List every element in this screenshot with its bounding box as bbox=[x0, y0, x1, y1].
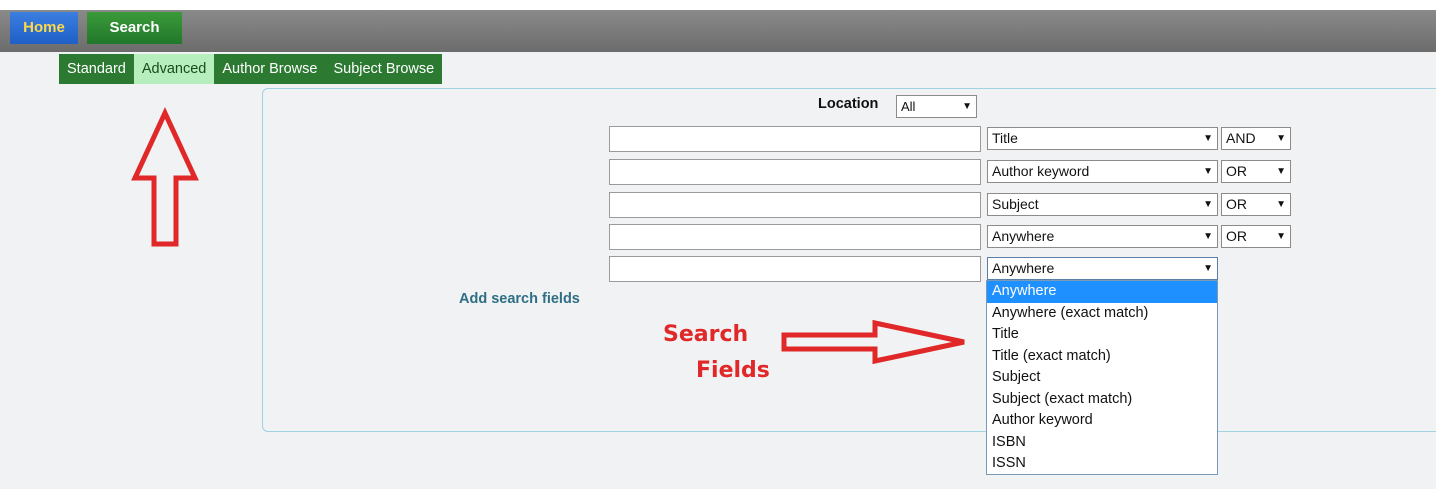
dropdown-option[interactable]: Subject bbox=[987, 367, 1217, 389]
search-term-input-1[interactable] bbox=[609, 126, 981, 152]
chevron-down-icon: ▼ bbox=[1276, 231, 1286, 242]
chevron-down-icon: ▼ bbox=[1203, 231, 1213, 242]
field-select-5[interactable]: Anywhere ▼ bbox=[987, 257, 1218, 280]
bool-select-2[interactable]: OR ▼ bbox=[1221, 160, 1291, 183]
field-select-3[interactable]: Subject ▼ bbox=[987, 193, 1218, 216]
field-select-2[interactable]: Author keyword ▼ bbox=[987, 160, 1218, 183]
subtab-author-browse[interactable]: Author Browse bbox=[214, 54, 325, 84]
search-tab[interactable]: Search bbox=[87, 12, 182, 44]
search-fields-annotation-line2: Fields bbox=[696, 358, 770, 383]
chevron-down-icon: ▼ bbox=[1203, 263, 1213, 274]
subtab-subject-browse[interactable]: Subject Browse bbox=[325, 54, 442, 84]
field-select-value: Subject bbox=[992, 196, 1039, 212]
right-arrow-annotation-icon bbox=[781, 319, 965, 365]
search-term-input-2[interactable] bbox=[609, 159, 981, 185]
bool-select-4[interactable]: OR ▼ bbox=[1221, 225, 1291, 248]
dropdown-option[interactable]: Anywhere (exact match) bbox=[987, 303, 1217, 325]
chevron-down-icon: ▼ bbox=[1276, 166, 1286, 177]
chevron-down-icon: ▼ bbox=[1203, 199, 1213, 210]
dropdown-option[interactable]: Author keyword bbox=[987, 410, 1217, 432]
field-select-4[interactable]: Anywhere ▼ bbox=[987, 225, 1218, 248]
field-select-1[interactable]: Title ▼ bbox=[987, 127, 1218, 150]
bool-select-value: AND bbox=[1226, 130, 1256, 146]
dropdown-option[interactable]: ISSN bbox=[987, 453, 1217, 475]
search-fields-annotation-line1: Search bbox=[663, 322, 749, 347]
bool-select-value: OR bbox=[1226, 228, 1247, 244]
field-select-value: Anywhere bbox=[992, 260, 1055, 276]
home-tab[interactable]: Home bbox=[10, 12, 78, 44]
subtab-standard[interactable]: Standard bbox=[59, 54, 134, 84]
top-nav-bar bbox=[0, 10, 1436, 52]
bool-select-value: OR bbox=[1226, 196, 1247, 212]
field-select-value: Title bbox=[992, 130, 1018, 146]
dropdown-option[interactable]: Title (exact match) bbox=[987, 346, 1217, 368]
search-term-input-5[interactable] bbox=[609, 256, 981, 282]
dropdown-option[interactable]: Anywhere bbox=[987, 281, 1217, 303]
chevron-down-icon: ▼ bbox=[1203, 166, 1213, 177]
add-search-fields-link[interactable]: Add search fields bbox=[459, 291, 580, 307]
up-arrow-annotation-icon bbox=[131, 107, 199, 247]
chevron-down-icon: ▼ bbox=[1276, 199, 1286, 210]
field-options-dropdown: Anywhere Anywhere (exact match) Title Ti… bbox=[986, 280, 1218, 475]
search-term-input-4[interactable] bbox=[609, 224, 981, 250]
location-select-value: All bbox=[901, 99, 916, 114]
chevron-down-icon: ▼ bbox=[1203, 133, 1213, 144]
field-select-value: Anywhere bbox=[992, 228, 1055, 244]
bool-select-3[interactable]: OR ▼ bbox=[1221, 193, 1291, 216]
search-term-input-3[interactable] bbox=[609, 192, 981, 218]
top-strip bbox=[0, 0, 1436, 10]
chevron-down-icon: ▼ bbox=[962, 101, 972, 112]
location-label: Location bbox=[818, 96, 879, 112]
dropdown-option[interactable]: ISBN bbox=[987, 432, 1217, 454]
dropdown-option[interactable]: Subject (exact match) bbox=[987, 389, 1217, 411]
bool-select-value: OR bbox=[1226, 163, 1247, 179]
chevron-down-icon: ▼ bbox=[1276, 133, 1286, 144]
location-select[interactable]: All ▼ bbox=[896, 95, 977, 118]
bool-select-1[interactable]: AND ▼ bbox=[1221, 127, 1291, 150]
field-select-value: Author keyword bbox=[992, 163, 1090, 179]
dropdown-option[interactable]: Title bbox=[987, 324, 1217, 346]
subtab-advanced[interactable]: Advanced bbox=[133, 54, 215, 84]
search-subnav: Standard Advanced Author Browse Subject … bbox=[59, 54, 443, 84]
